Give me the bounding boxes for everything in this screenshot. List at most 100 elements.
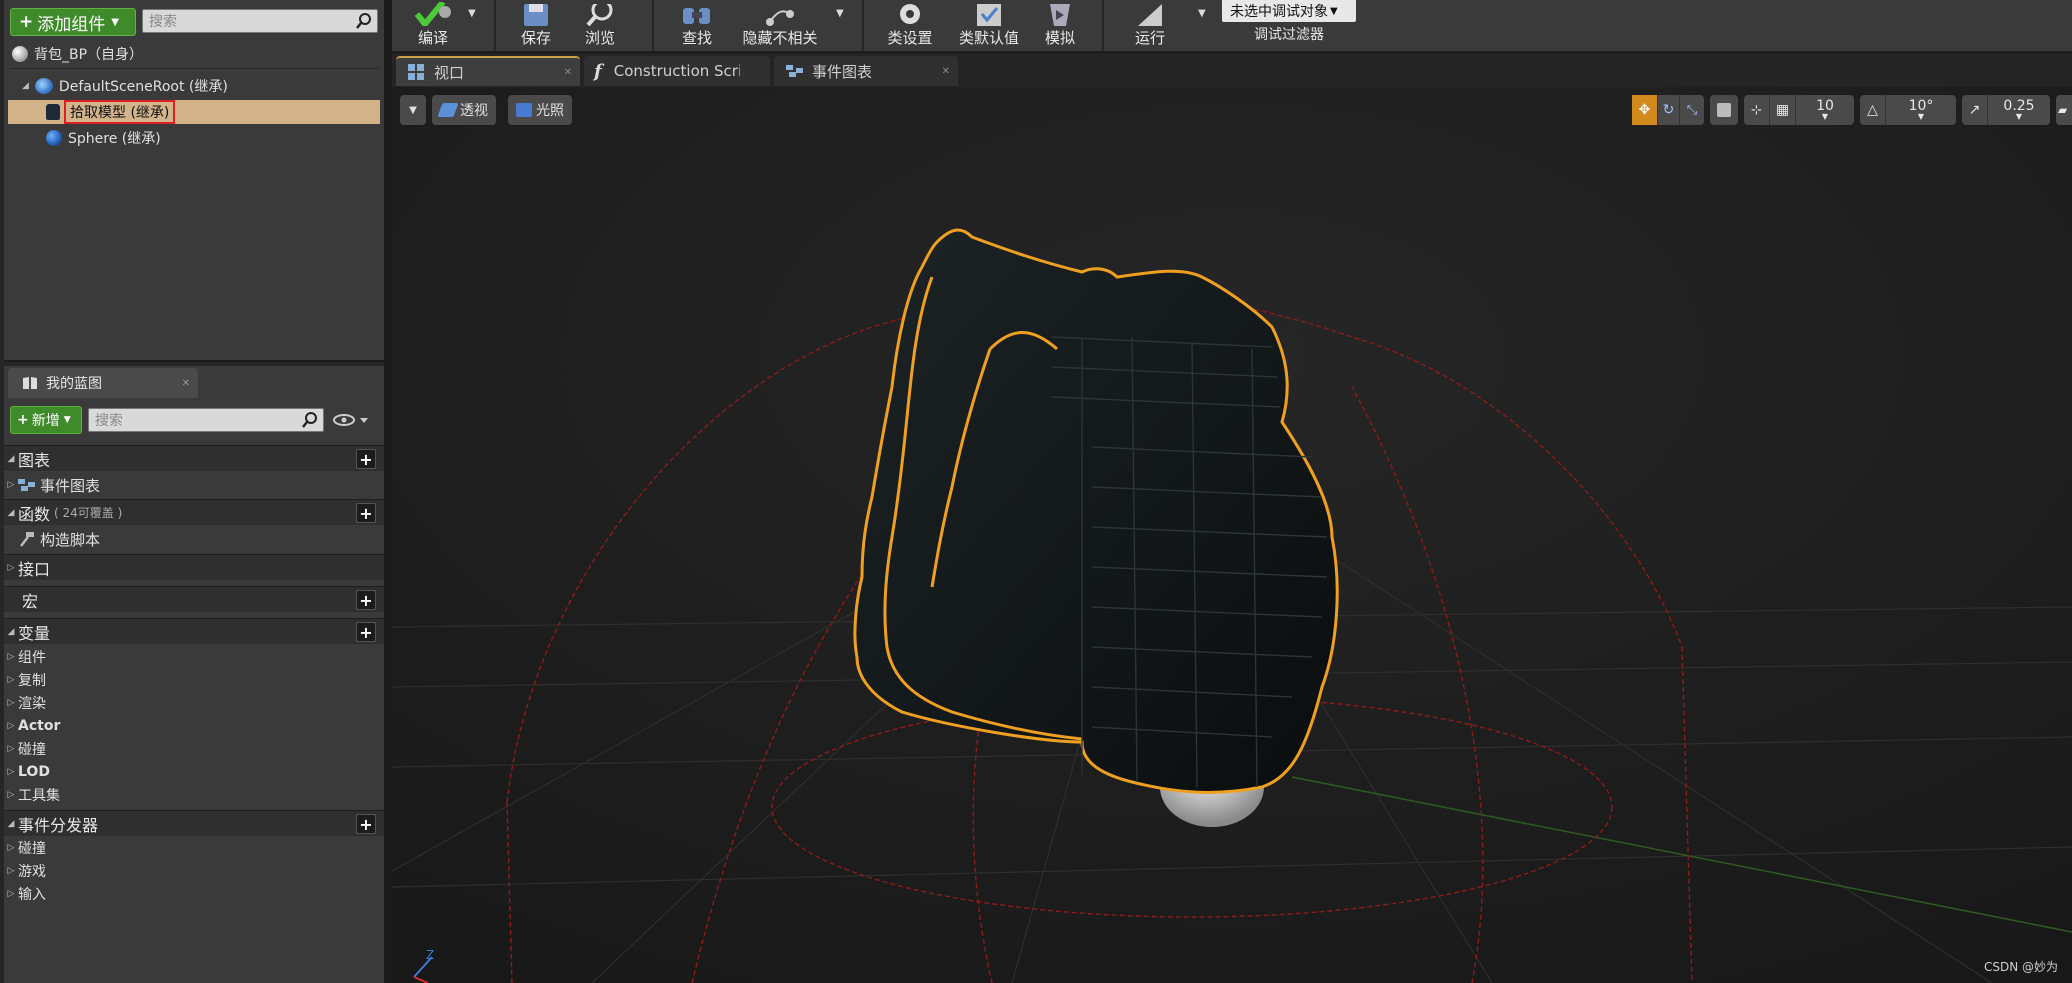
simulate-label: 模拟 — [1044, 29, 1075, 47]
viewport[interactable]: Z ▼ 透视 光照 ✥ ↻ ⤡ ⊹ ▦ 10 ▼ △ 10° ▼ ↗ 0.25 ▼ ▰… — [392, 87, 2072, 983]
category-graphs[interactable]: ◢ 图表 + — [4, 445, 384, 471]
plus-icon: + — [17, 412, 29, 428]
scale-snap-group[interactable]: ↗ 0.25 ▼ — [1962, 95, 2050, 125]
add-new-button[interactable]: + 新增 ▼ — [10, 406, 82, 434]
rotation-snap-value[interactable]: 10° ▼ — [1886, 95, 1956, 125]
variable-group-label: 组件 — [18, 650, 46, 666]
category-functions[interactable]: ◢ 函数 ( 24可覆盖 ) + — [4, 499, 384, 525]
perspective-button[interactable]: 透视 — [432, 95, 496, 125]
graph-icon — [18, 479, 35, 491]
close-icon[interactable]: ✕ — [182, 378, 190, 389]
compile-button[interactable]: 编译 — [406, 0, 460, 52]
dispatcher-group[interactable]: ▷ 碰撞 — [4, 837, 46, 859]
variable-group[interactable]: ▷ 复制 — [4, 669, 46, 691]
viewport-scene[interactable]: Z — [392, 87, 2072, 983]
run-button[interactable]: 运行 — [1128, 0, 1172, 52]
grid-snap-value[interactable]: 10 ▼ — [1796, 95, 1854, 125]
rotation-snap-group[interactable]: △ 10° ▼ — [1860, 95, 1956, 125]
list-item-label: 构造脚本 — [40, 530, 101, 549]
transform-mode-group[interactable]: ✥ ↻ ⤡ — [1632, 95, 1704, 125]
chevron-down-icon[interactable]: ▼ — [468, 8, 476, 19]
list-item-construction-script[interactable]: 构造脚本 — [4, 526, 384, 552]
blueprint-search-input[interactable]: 搜索 — [88, 408, 324, 432]
collapse-arrow-icon: ◢ — [7, 626, 15, 637]
save-label: 保存 — [520, 29, 551, 47]
component-search-input[interactable]: 搜索 — [142, 9, 378, 33]
find-button[interactable]: 查找 — [672, 0, 722, 52]
close-icon[interactable]: ✕ — [564, 67, 572, 78]
chevron-down-icon[interactable]: ▼ — [1198, 8, 1206, 19]
scale-arrow-icon: ↗ — [1968, 102, 1981, 118]
lit-mode-button[interactable]: 光照 — [508, 95, 572, 125]
tab-viewport[interactable]: 视口 ✕ — [396, 56, 580, 86]
variable-group[interactable]: ▷ 渲染 — [4, 692, 46, 714]
tab-event-graph[interactable]: 事件图表 ✕ — [774, 56, 958, 86]
translate-mode-button[interactable]: ✥ — [1632, 95, 1658, 125]
self-item-label: 背包_BP（自身） — [34, 47, 144, 63]
simulate-button[interactable]: 模拟 — [1038, 0, 1082, 52]
eye-icon[interactable] — [332, 412, 370, 428]
category-event-dispatchers[interactable]: ◢ 事件分发器 + — [4, 810, 384, 836]
dispatcher-group-label: 游戏 — [18, 864, 46, 880]
add-function-button[interactable]: + — [356, 503, 376, 523]
toolbar-separator — [862, 0, 864, 52]
svg-text:Z: Z — [426, 948, 434, 962]
add-component-button[interactable]: + 添加组件 ▼ — [10, 8, 136, 36]
category-label: 函数 — [18, 504, 51, 524]
debug-object-select[interactable]: 未选中调试对象 ▼ — [1222, 0, 1356, 22]
tree-item-defaultsceneroot[interactable]: ◢ DefaultSceneRoot (继承) — [4, 74, 380, 98]
hammer-icon — [20, 532, 34, 547]
variable-group[interactable]: ▷ LOD — [4, 761, 50, 783]
category-macros[interactable]: 宏 + — [4, 586, 384, 612]
dispatcher-group[interactable]: ▷ 输入 — [4, 883, 46, 905]
grid-snap-toggle[interactable]: ▦ — [1770, 95, 1796, 125]
variable-group-label: 碰撞 — [18, 742, 46, 758]
lit-sphere-icon — [516, 103, 532, 117]
save-button[interactable]: 保存 — [514, 0, 558, 52]
variable-group[interactable]: ▷ 工具集 — [4, 784, 60, 806]
components-panel: + 添加组件 ▼ 搜索 背包_BP（自身） ◢ DefaultSceneRoot… — [4, 0, 384, 362]
tab-my-blueprint[interactable]: 我的蓝图 ✕ — [8, 368, 198, 398]
viewport-options-button[interactable]: ▼ — [400, 95, 426, 125]
category-variables[interactable]: ◢ 变量 + — [4, 618, 384, 644]
hide-unrelated-button[interactable]: 隐藏不相关 — [736, 0, 824, 52]
list-item-event-graph[interactable]: ▷ 事件图表 — [4, 472, 384, 498]
class-settings-button[interactable]: 类设置 — [882, 0, 938, 52]
category-label: 宏 — [22, 591, 39, 611]
local-world-toggle[interactable] — [1710, 95, 1738, 125]
camera-speed-button[interactable]: ▰ — [2056, 95, 2072, 125]
chevron-down-icon: ▼ — [2015, 112, 2023, 121]
close-icon[interactable]: ✕ — [942, 66, 950, 77]
scale-snap-toggle[interactable]: ↗ — [1962, 95, 1988, 125]
category-label: 图表 — [18, 450, 51, 470]
scale-mode-button[interactable]: ⤡ — [1680, 95, 1704, 125]
dispatcher-group-label: 碰撞 — [18, 841, 46, 857]
add-dispatcher-button[interactable]: + — [356, 814, 376, 834]
tree-item-sphere[interactable]: Sphere (继承) — [4, 126, 380, 150]
tree-item-pickup-model[interactable]: 拾取模型 (继承) — [8, 100, 380, 124]
panel-splitter[interactable] — [384, 0, 392, 983]
tree-item-label: 拾取模型 (继承) — [64, 100, 176, 124]
scale-snap-value[interactable]: 0.25 ▼ — [1988, 95, 2050, 125]
chevron-down-icon[interactable]: ▼ — [836, 8, 844, 19]
variable-group[interactable]: ▷ 组件 — [4, 646, 46, 668]
tab-construction-script[interactable]: f Construction Scrip — [584, 56, 770, 86]
chevron-down-icon: ▼ — [1330, 5, 1338, 17]
variable-group[interactable]: ▷ 碰撞 — [4, 738, 46, 760]
scale-snap-label: 0.25 — [2003, 98, 2035, 114]
self-item[interactable]: 背包_BP（自身） — [4, 42, 380, 66]
add-variable-button[interactable]: + — [356, 622, 376, 642]
add-macro-button[interactable]: + — [356, 590, 376, 610]
dispatcher-group[interactable]: ▷ 游戏 — [4, 860, 46, 882]
rotation-snap-toggle[interactable]: △ — [1860, 95, 1886, 125]
category-interfaces[interactable]: ▷ 接口 — [4, 554, 384, 580]
surface-snap-button[interactable]: ⊹ — [1744, 95, 1770, 125]
browse-button[interactable]: 浏览 — [578, 0, 622, 52]
collapse-arrow-icon: ◢ — [7, 818, 15, 829]
expand-arrow-icon: ◢ — [22, 81, 29, 91]
class-defaults-button[interactable]: 类默认值 — [954, 0, 1024, 52]
rotate-mode-button[interactable]: ↻ — [1658, 95, 1680, 125]
grid-snap-group[interactable]: ⊹ ▦ 10 ▼ — [1744, 95, 1854, 125]
add-graph-button[interactable]: + — [356, 449, 376, 469]
variable-group[interactable]: ▷ Actor — [4, 715, 61, 737]
